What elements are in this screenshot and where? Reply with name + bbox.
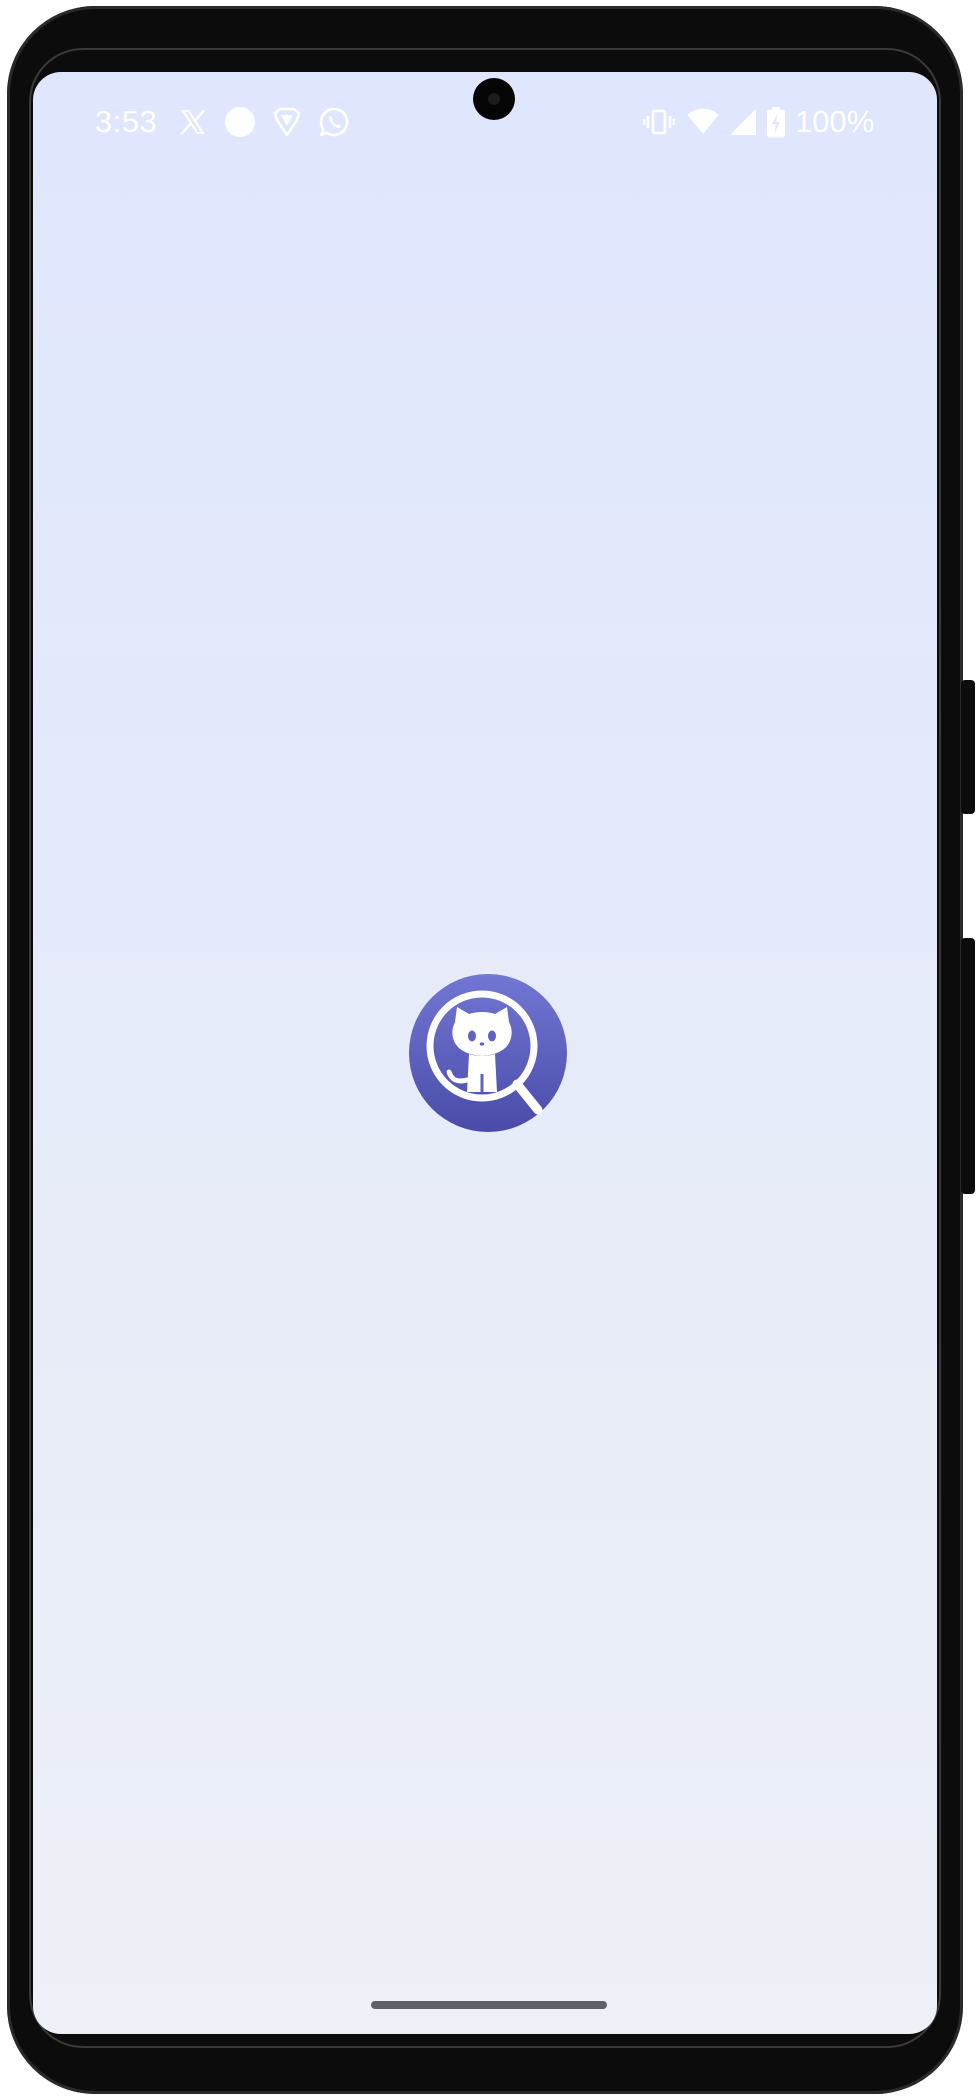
cell-signal-icon <box>730 109 756 135</box>
x-app-icon <box>180 110 206 134</box>
power-button <box>961 680 975 814</box>
whatsapp-icon <box>319 107 349 137</box>
battery-icon <box>767 107 785 138</box>
screen: 3:53 100% <box>33 72 937 2034</box>
battery-percent: 100% <box>795 104 875 139</box>
octocat-magnifier-icon <box>409 974 567 1132</box>
brave-browser-icon <box>273 107 301 137</box>
volume-button <box>961 938 975 1194</box>
status-time: 3:53 <box>95 104 158 139</box>
phone-frame: 3:53 100% <box>7 6 975 2094</box>
home-gesture-bar[interactable] <box>371 2001 607 2009</box>
wifi-icon <box>687 108 719 134</box>
vibrate-icon <box>643 109 675 135</box>
front-camera <box>473 78 515 120</box>
circle-notification-icon <box>225 107 255 137</box>
